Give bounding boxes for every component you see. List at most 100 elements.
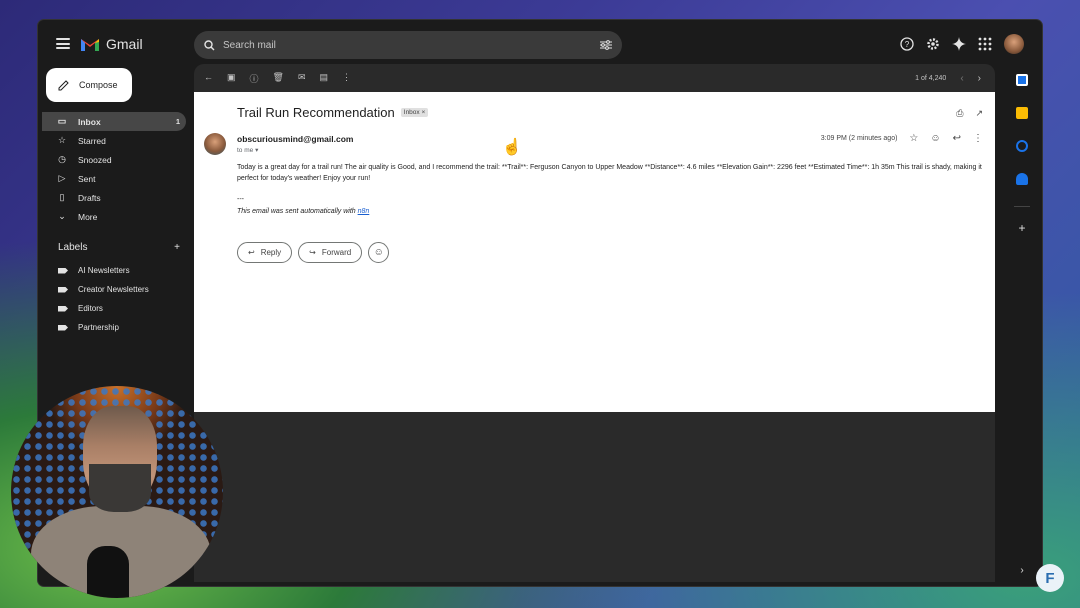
labels-title: Labels <box>58 242 88 253</box>
forward-label: Forward <box>321 248 352 257</box>
brand-logo-icon: F <box>1036 564 1064 592</box>
sidebar-item-label: Snoozed <box>78 154 112 165</box>
message-toolbar: ← ▣ ⓘ 🗑︎ ✉︎ ▤ ⋮ 1 of 4,240 ‹ › <box>194 64 995 92</box>
gmail-m-icon <box>81 38 99 51</box>
email-signature: This email was sent automatically with n… <box>237 208 369 215</box>
side-panel: + › <box>1002 64 1042 584</box>
label-tag-icon <box>58 305 68 312</box>
email-view: Trail Run Recommendation Inbox × ⎙ ↗ obs… <box>194 92 995 412</box>
send-icon: ▷ <box>58 173 66 183</box>
report-spam-icon[interactable]: ⓘ <box>250 72 259 85</box>
main-menu-icon[interactable] <box>56 38 70 49</box>
label-item[interactable]: Editors <box>42 299 186 318</box>
settings-gear-icon[interactable] <box>926 37 940 51</box>
signature-text: This email was sent automatically with <box>237 208 358 215</box>
webcam-overlay <box>11 386 223 598</box>
recipient-details[interactable]: to me ▾ <box>237 146 258 154</box>
chip-text: Inbox <box>403 109 420 116</box>
label-name: AI Newsletters <box>78 266 130 275</box>
reply-label: Reply <box>260 248 282 257</box>
label-name: Partnership <box>78 323 119 332</box>
compose-label: Compose <box>79 80 118 90</box>
n8n-link[interactable]: n8n <box>358 208 370 215</box>
star-icon: ☆ <box>57 135 67 145</box>
help-icon[interactable]: ? <box>900 37 914 51</box>
sidebar-item-inbox[interactable]: ▭ Inbox 1 <box>42 112 186 131</box>
pencil-icon <box>58 79 69 90</box>
prev-page-icon[interactable]: ‹ <box>960 73 963 84</box>
move-to-icon[interactable]: ▤ <box>320 72 329 85</box>
label-name: Creator Newsletters <box>78 285 149 294</box>
labels-header: Labels + <box>58 242 180 253</box>
sidebar-item-label: Starred <box>78 135 106 146</box>
more-vert-icon[interactable]: ⋮ <box>342 72 351 85</box>
draft-icon: ▯ <box>59 192 65 202</box>
sidebar-item-more[interactable]: ⌄ More <box>42 207 186 226</box>
archive-icon[interactable]: ▣ <box>227 72 236 85</box>
sidebar-item-sent[interactable]: ▷ Sent <box>42 169 186 188</box>
label-item[interactable]: Partnership <box>42 318 186 337</box>
sidebar-item-label: Inbox <box>78 116 101 127</box>
search-bar[interactable]: Search mail <box>194 31 622 59</box>
sender-avatar[interactable] <box>204 133 226 155</box>
sender-address[interactable]: obscuriousmind@gmail.com <box>237 134 353 144</box>
calendar-icon[interactable] <box>1016 74 1028 86</box>
reply-icon[interactable]: ↩ <box>953 133 961 144</box>
next-page-icon[interactable]: › <box>978 73 981 84</box>
delete-icon[interactable]: 🗑︎ <box>273 72 284 85</box>
open-new-window-icon[interactable]: ↗ <box>975 108 983 119</box>
microphone <box>87 546 129 598</box>
reply-button[interactable]: ↩ Reply <box>237 242 293 263</box>
add-label-icon[interactable]: + <box>174 242 180 253</box>
sidebar-nav: ▭ Inbox 1 ☆ Starred ◷ Snoozed ▷ Sent ▯ D… <box>42 112 186 226</box>
contacts-icon[interactable] <box>1016 173 1028 185</box>
sidebar-item-label: Drafts <box>78 192 101 203</box>
sidebar-item-drafts[interactable]: ▯ Drafts <box>42 188 186 207</box>
presenter-beard <box>89 464 151 512</box>
account-avatar[interactable] <box>1004 34 1024 54</box>
more-vert-icon[interactable]: ⋮ <box>973 133 983 144</box>
gmail-logo[interactable]: Gmail <box>80 36 143 52</box>
inbox-icon: ▭ <box>57 116 67 126</box>
emoji-reaction-button[interactable]: ☺ <box>368 242 390 263</box>
label-tag-icon <box>58 267 68 274</box>
gemini-sparkle-icon[interactable] <box>952 37 966 51</box>
star-icon[interactable]: ☆ <box>909 133 918 144</box>
sidebar-item-label: Sent <box>78 173 96 184</box>
sidebar-item-starred[interactable]: ☆ Starred <box>42 131 186 150</box>
label-name: Editors <box>78 304 103 313</box>
svg-text:?: ? <box>905 40 910 49</box>
sidebar-item-label: More <box>78 211 98 222</box>
hand-cursor-icon: ☝ <box>502 139 522 156</box>
recipient-text: to me <box>237 147 254 154</box>
unread-count: 1 <box>175 117 180 126</box>
print-icon[interactable]: ⎙ <box>956 108 963 119</box>
chevron-down-icon: ⌄ <box>58 211 66 221</box>
keep-icon[interactable] <box>1016 107 1028 119</box>
empty-panel-area <box>194 412 995 582</box>
search-icon[interactable] <box>204 39 215 51</box>
emoji-react-icon[interactable]: ☺ <box>930 133 940 144</box>
compose-button[interactable]: Compose <box>46 68 132 102</box>
smiley-icon: ☺ <box>373 247 384 258</box>
side-panel-divider <box>1014 206 1030 207</box>
label-item[interactable]: AI Newsletters <box>42 261 186 280</box>
email-body: Today is a great day for a trail run! Th… <box>237 164 982 183</box>
apps-grid-icon[interactable] <box>978 37 992 51</box>
search-input[interactable]: Search mail <box>223 40 592 51</box>
add-addon-icon[interactable]: + <box>1002 221 1042 235</box>
label-item[interactable]: Creator Newsletters <box>42 280 186 299</box>
sidebar-item-snoozed[interactable]: ◷ Snoozed <box>42 150 186 169</box>
tasks-icon[interactable] <box>1016 140 1028 152</box>
signature-separator: --- <box>237 196 244 203</box>
clock-icon: ◷ <box>58 154 66 164</box>
forward-icon: ↪ <box>309 248 316 257</box>
inbox-label-chip[interactable]: Inbox × <box>400 108 429 117</box>
reply-icon: ↩ <box>248 248 255 257</box>
back-arrow-icon[interactable]: ← <box>204 72 213 85</box>
email-subject: Trail Run Recommendation Inbox × <box>237 105 429 120</box>
app-name: Gmail <box>106 36 143 52</box>
search-options-icon[interactable] <box>600 40 612 50</box>
mark-unread-icon[interactable]: ✉︎ <box>298 72 306 85</box>
forward-button[interactable]: ↪ Forward <box>298 242 363 263</box>
